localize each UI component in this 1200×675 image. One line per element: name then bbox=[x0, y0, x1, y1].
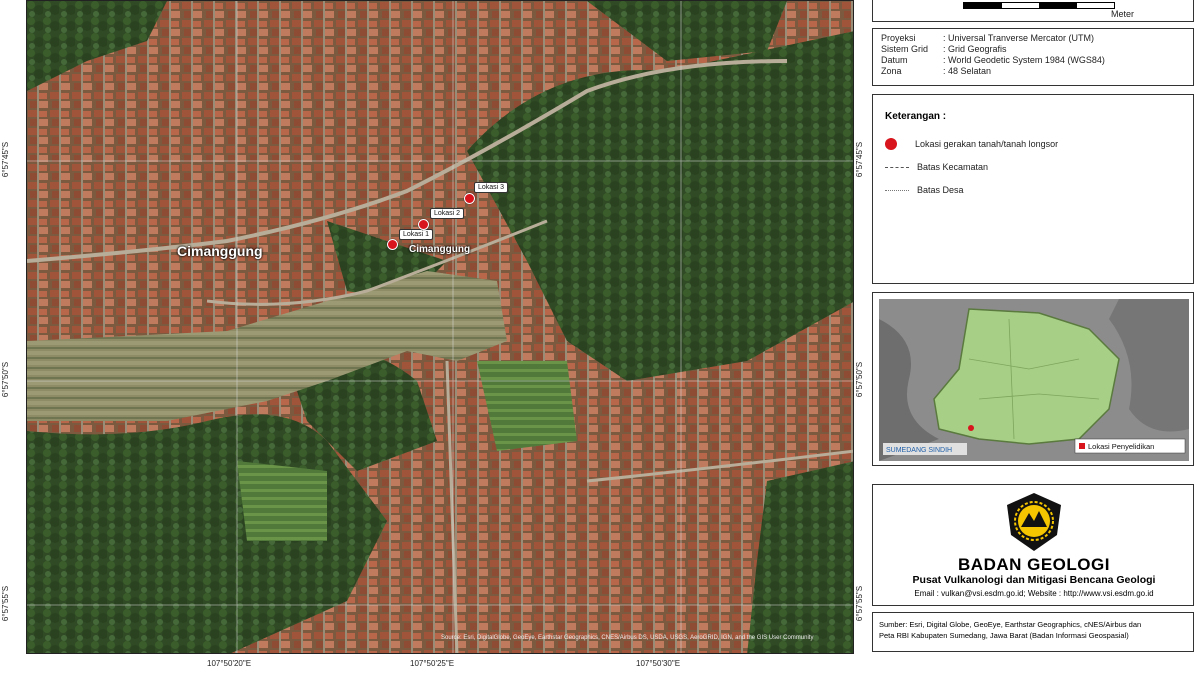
inset-legend-red-square-icon bbox=[1079, 443, 1085, 449]
logo-panel: BADAN GEOLOGI Pusat Vulkanologi dan Miti… bbox=[872, 484, 1194, 606]
landslide-marker-2[interactable] bbox=[418, 219, 429, 230]
landslide-marker-3[interactable] bbox=[464, 193, 475, 204]
scale-unit: Meter bbox=[1111, 9, 1135, 19]
agency-name: BADAN GEOLOGI bbox=[958, 555, 1110, 574]
proj-val-0: : Universal Tranverse Mercator (UTM) bbox=[943, 33, 1095, 43]
agency-contact: Email : vulkan@vsi.esdm.go.id; Website :… bbox=[914, 589, 1154, 598]
sources-line-2: Peta RBI Kabupaten Sumedang, Jawa Barat … bbox=[879, 631, 1129, 640]
badan-geologi-logo-icon bbox=[1007, 493, 1061, 551]
map-credits: Source: Esri, DigitalGlobe, GeoEye, Eart… bbox=[441, 635, 814, 641]
marker-label-2: Lokasi 2 bbox=[430, 208, 465, 219]
legend-item-kecamatan: Batas Kecamatan bbox=[885, 162, 1181, 173]
proj-key-1: Sistem Grid bbox=[881, 44, 929, 54]
legend-item-landslide: Lokasi gerakan tanah/tanah longsor bbox=[885, 138, 1181, 150]
proj-val-3: : 48 Selatan bbox=[943, 66, 992, 76]
y-tick-right-2: 6°57'50"S bbox=[855, 361, 865, 398]
satellite-map[interactable]: Cimanggung Cimanggung Lokasi 1 Lokasi 2 … bbox=[26, 0, 854, 654]
y-tick-left-3: 6°57'55"S bbox=[1, 585, 11, 622]
y-tick-right-3: 6°57'55"S bbox=[855, 585, 865, 622]
proj-val-2: : World Geodetic System 1984 (WGS84) bbox=[943, 55, 1105, 65]
inset-map[interactable]: SUMEDANG SINDIH Lokasi Penyelidikan bbox=[879, 299, 1189, 461]
scale-bar bbox=[963, 2, 1115, 9]
legend-item-desa: Batas Desa bbox=[885, 185, 1181, 196]
legend-label-landslide: Lokasi gerakan tanah/tanah longsor bbox=[915, 138, 1059, 149]
inset-location-marker bbox=[968, 425, 974, 431]
proj-val-1: : Grid Geografis bbox=[943, 44, 1007, 54]
satellite-imagery bbox=[27, 1, 853, 653]
legend-panel: Keterangan : Lokasi gerakan tanah/tanah … bbox=[872, 94, 1194, 284]
x-tick-2: 107°50'25"E bbox=[410, 659, 455, 668]
y-tick-left-1: 6°57'45"S bbox=[1, 141, 11, 178]
place-label-cimanggung: Cimanggung bbox=[177, 243, 263, 259]
proj-key-2: Datum bbox=[881, 55, 908, 65]
x-tick-1: 107°50'20"E bbox=[207, 659, 252, 668]
agency-center: Pusat Vulkanologi dan Mitigasi Bencana G… bbox=[912, 574, 1156, 586]
marker-label-3: Lokasi 3 bbox=[474, 182, 509, 193]
sources-line-1: Sumber: Esri, Digital Globe, GeoEye, Ear… bbox=[879, 620, 1142, 629]
x-tick-3: 107°50'30"E bbox=[636, 659, 681, 668]
projection-panel: Proyeksi : Universal Tranverse Mercator (… bbox=[872, 28, 1194, 86]
legend-red-dot-icon bbox=[885, 138, 897, 150]
inset-district-label: SUMEDANG SINDIH bbox=[886, 447, 952, 454]
legend-label-desa: Batas Desa bbox=[917, 185, 964, 195]
place-label-cimanggung-small: Cimanggung bbox=[409, 244, 471, 255]
dash-dot-line-icon bbox=[885, 167, 909, 168]
y-tick-left-2: 6°57'50"S bbox=[1, 361, 11, 398]
sources-panel: Sumber: Esri, Digital Globe, GeoEye, Ear… bbox=[872, 612, 1194, 652]
inset-panel: SUMEDANG SINDIH Lokasi Penyelidikan bbox=[872, 292, 1194, 466]
marker-label-1: Lokasi 1 bbox=[399, 229, 434, 240]
dotted-line-icon bbox=[885, 190, 909, 191]
proj-key-3: Zona bbox=[881, 66, 902, 76]
proj-key-0: Proyeksi bbox=[881, 33, 916, 43]
scale-panel: Meter bbox=[872, 0, 1194, 22]
legend-label-kecamatan: Batas Kecamatan bbox=[917, 162, 989, 172]
landslide-marker-1[interactable] bbox=[387, 239, 398, 250]
y-tick-right-1: 6°57'45"S bbox=[855, 141, 865, 178]
inset-legend-label: Lokasi Penyelidikan bbox=[1088, 442, 1154, 451]
legend-title: Keterangan : bbox=[885, 111, 947, 122]
